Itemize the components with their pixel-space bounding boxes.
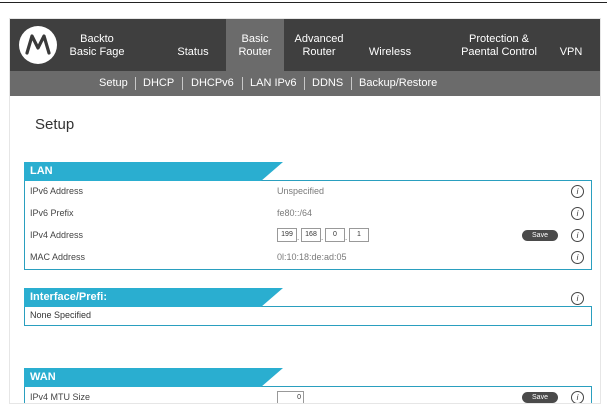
ipv4-octet-4-input[interactable]: 1 bbox=[349, 228, 369, 242]
subnav-separator bbox=[351, 77, 352, 90]
ipv6-prefix-value: fe80::/64 bbox=[277, 208, 313, 218]
interface-tab-tip bbox=[261, 288, 283, 307]
lan-section: LAN IPv6 Address Unspecified i IPv6 Pref… bbox=[24, 162, 592, 270]
mtu-size-input[interactable]: 0 bbox=[277, 391, 304, 403]
sub-navbar: Setup DHCP DHCPv6 LAN IPv6 DDNS Backup/R… bbox=[10, 71, 600, 96]
wan-tab-tip bbox=[261, 368, 283, 387]
lan-tab-tip bbox=[261, 162, 283, 181]
subnav-separator bbox=[242, 77, 243, 90]
router-admin-frame: Backto Basic Fage Status Basic Router Ad… bbox=[9, 18, 601, 404]
ipv4-octet-2-input[interactable]: 168 bbox=[301, 228, 321, 242]
nav-advanced-router-line2: Router bbox=[302, 46, 336, 58]
nav-back-line1: Backto bbox=[80, 33, 114, 45]
info-icon[interactable]: i bbox=[571, 207, 584, 220]
ipv6-address-value: Unspecified bbox=[277, 186, 325, 196]
nav-advanced-router[interactable]: Advanced Router bbox=[288, 19, 350, 71]
subnav-dhcp[interactable]: DHCP bbox=[143, 77, 174, 90]
nav-wireless-label: Wireless bbox=[368, 46, 412, 58]
interface-section-title: Interface/Prefi: bbox=[30, 291, 108, 303]
lan-row-ipv4-address: IPv4 Address 199 . 168 . 0 . 1 Save i bbox=[25, 225, 591, 247]
ipv6-prefix-label: IPv6 Prefix bbox=[30, 208, 74, 218]
ipv4-dot: . bbox=[345, 233, 348, 242]
wan-row-mtu: IPv4 MTU Size 0 Save i bbox=[25, 387, 591, 403]
interface-none-specified: None Specified bbox=[30, 310, 92, 320]
nav-protection-line2: Paental Control bbox=[461, 46, 537, 58]
nav-back-to-basic-page[interactable]: Backto Basic Fage bbox=[68, 19, 126, 71]
subnav-lan-ipv6[interactable]: LAN IPv6 bbox=[250, 77, 296, 90]
nav-basic-router-line1: Basic bbox=[241, 33, 269, 45]
nav-protection-parental-control[interactable]: Protection & Paental Control bbox=[444, 19, 554, 71]
nav-vpn-label: VPN bbox=[559, 46, 583, 58]
nav-protection-line1: Protection & bbox=[469, 33, 529, 45]
subnav-ddns[interactable]: DDNS bbox=[312, 77, 343, 90]
subnav-backup-restore[interactable]: Backup/Restore bbox=[359, 77, 437, 90]
info-icon[interactable]: i bbox=[571, 251, 584, 264]
wan-section: WAN IPv4 MTU Size 0 Save i bbox=[24, 368, 592, 403]
ipv4-save-button[interactable]: Save bbox=[522, 230, 558, 241]
ipv4-octet-1-input[interactable]: 199 bbox=[277, 228, 297, 242]
info-icon[interactable]: i bbox=[571, 292, 584, 305]
subnav-separator bbox=[182, 77, 183, 90]
lan-row-ipv6-prefix: IPv6 Prefix fe80::/64 i bbox=[25, 203, 591, 225]
mtu-save-button[interactable]: Save bbox=[522, 392, 558, 403]
main-navbar: Backto Basic Fage Status Basic Router Ad… bbox=[10, 19, 600, 71]
info-icon[interactable]: i bbox=[571, 229, 584, 242]
subnav-separator bbox=[304, 77, 305, 90]
nav-wireless[interactable]: Wireless bbox=[362, 19, 418, 71]
nav-back-line2: Basic Fage bbox=[69, 46, 125, 58]
wan-section-title: WAN bbox=[30, 371, 56, 383]
nav-basic-router-line2: Router bbox=[238, 46, 272, 58]
subnav-separator bbox=[135, 77, 136, 90]
nav-advanced-router-line1: Advanced bbox=[294, 33, 344, 45]
ipv4-octet-3-input[interactable]: 0 bbox=[325, 228, 345, 242]
info-icon[interactable]: i bbox=[571, 391, 584, 403]
subnav-dhcpv6[interactable]: DHCPv6 bbox=[191, 77, 234, 90]
lan-row-mac-address: MAC Address 0l:10:18:de:ad:05 i bbox=[25, 247, 591, 269]
ipv6-address-label: IPv6 Address bbox=[30, 186, 84, 196]
nav-basic-router[interactable]: Basic Router bbox=[226, 19, 284, 71]
nav-vpn[interactable]: VPN bbox=[551, 19, 591, 71]
mac-address-value: 0l:10:18:de:ad:05 bbox=[277, 252, 347, 262]
wan-tab-bar bbox=[24, 368, 261, 387]
interface-row: None Specified bbox=[25, 307, 591, 325]
motorola-logo-icon[interactable] bbox=[19, 26, 57, 64]
mtu-size-label: IPv4 MTU Size bbox=[30, 392, 91, 402]
subnav-setup[interactable]: Setup bbox=[99, 77, 128, 90]
info-icon[interactable]: i bbox=[571, 185, 584, 198]
ipv4-dot: . bbox=[321, 233, 324, 242]
nav-status[interactable]: Status bbox=[170, 19, 216, 71]
ipv4-address-label: IPv4 Address bbox=[30, 230, 84, 240]
lan-row-ipv6-address: IPv6 Address Unspecified i bbox=[25, 181, 591, 203]
main-content: Setup LAN IPv6 Address Unspecified i IPv… bbox=[10, 96, 600, 403]
page-title: Setup bbox=[35, 116, 75, 133]
mac-address-label: MAC Address bbox=[30, 252, 86, 262]
interface-prefix-section: Interface/Prefi: i None Specified bbox=[24, 288, 592, 326]
lan-section-title: LAN bbox=[30, 165, 53, 177]
lan-tab-bar bbox=[24, 162, 261, 181]
top-border-line bbox=[0, 2, 607, 3]
ipv4-dot: . bbox=[297, 233, 300, 242]
nav-status-label: Status bbox=[177, 46, 209, 58]
